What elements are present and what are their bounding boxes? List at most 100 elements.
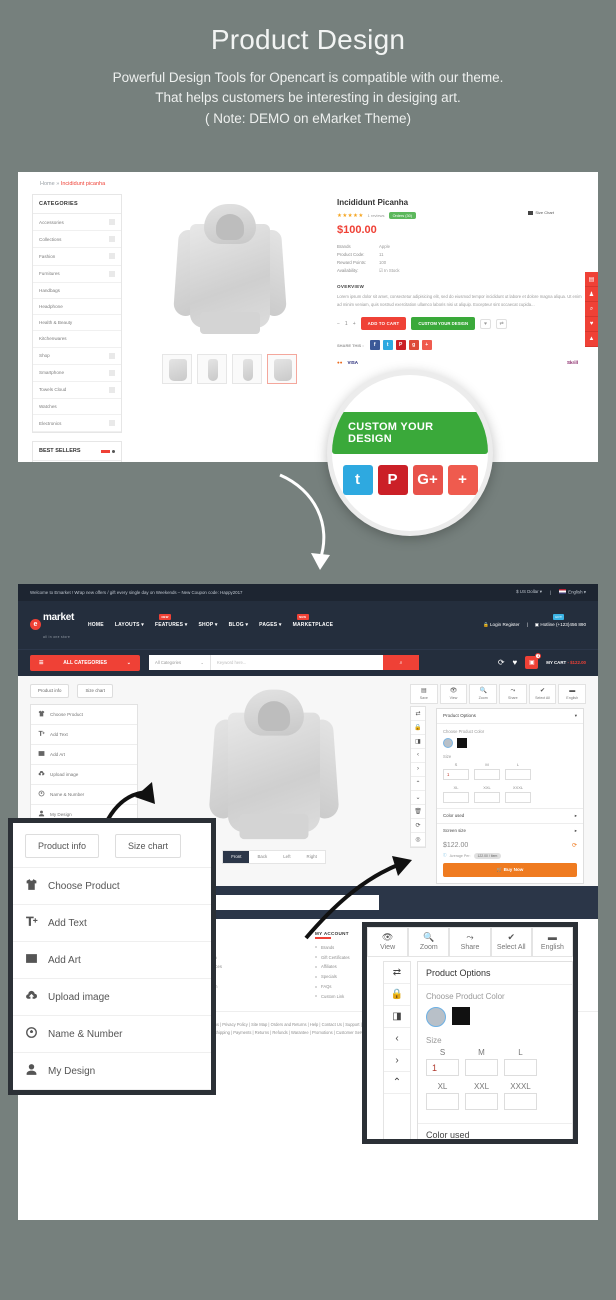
arrow-right-icon[interactable]: › <box>384 1050 410 1072</box>
lock-icon[interactable]: 🔒 <box>384 984 410 1006</box>
category-item[interactable]: Shop <box>33 348 121 365</box>
arrow-up-icon[interactable]: ⌃ <box>411 777 425 791</box>
category-item[interactable]: Accessories <box>33 214 121 232</box>
arrow-down-icon[interactable]: ⌄ <box>411 791 425 805</box>
arrow-left-icon[interactable]: ‹ <box>411 749 425 763</box>
color-swatch-grey[interactable] <box>426 1007 446 1027</box>
category-item[interactable]: Towels Cloud <box>33 382 121 400</box>
tool-share[interactable]: ⤳ Share <box>499 683 527 704</box>
size-input[interactable] <box>426 1093 459 1110</box>
color-swatch-grey[interactable] <box>443 737 453 748</box>
expand-icon[interactable] <box>109 369 115 376</box>
floating-action-rail[interactable]: ▤ ♟ ⌕ ♥ ▲ <box>585 272 598 347</box>
pinterest-share-button[interactable]: P <box>377 464 408 495</box>
lock-icon[interactable]: 🔒 <box>411 721 425 735</box>
canvas-hoodie-image[interactable] <box>208 682 340 855</box>
compare-icon[interactable]: ⇄ <box>496 318 508 329</box>
category-item[interactable]: Electronics <box>33 415 121 433</box>
qty-minus[interactable]: − <box>337 321 340 327</box>
nav-item-marketplace[interactable]: MARKETPLACE NEW <box>293 613 334 628</box>
arrow-left-icon[interactable]: ‹ <box>384 1028 410 1050</box>
size-input[interactable] <box>474 768 500 780</box>
expand-icon[interactable] <box>109 386 115 393</box>
nav-item-features[interactable]: FEATURES ▾ NEW <box>155 613 187 628</box>
magnified-menu-item-add-art[interactable]: Add Art <box>13 942 211 979</box>
category-item[interactable]: Health & Beauty <box>33 315 121 332</box>
color-swatch-black[interactable] <box>452 1007 470 1025</box>
size-input[interactable] <box>443 791 469 803</box>
hotline-link[interactable]: ▣ Hotline (+123)456 890 HOT! <box>535 613 586 628</box>
size-input[interactable] <box>465 1093 498 1110</box>
bell-icon[interactable]: ♟ <box>585 287 598 302</box>
category-item[interactable]: Smartphone <box>33 365 121 382</box>
expand-icon[interactable] <box>109 253 115 260</box>
magnified-menu-item-name-number[interactable]: Name & Number <box>13 1016 211 1053</box>
color-used-row[interactable]: Color used ▸ <box>437 807 583 823</box>
google-plus-share-button[interactable]: g <box>408 340 419 351</box>
twitter-share-button[interactable]: t <box>382 340 393 351</box>
quantity-stepper[interactable]: − 1 + <box>337 321 356 327</box>
nav-item-pages[interactable]: PAGES ▾ <box>259 622 281 628</box>
menu-item-add-art[interactable]: Add Art <box>31 745 137 765</box>
share-more-share-button[interactable]: + <box>421 340 432 351</box>
carousel-dots[interactable] <box>101 449 115 453</box>
expand-icon[interactable] <box>109 270 115 277</box>
tool-select-all[interactable]: ✔ Select All <box>528 683 557 704</box>
tool-zoom[interactable]: 🔍 Zoom <box>469 683 498 704</box>
magnified-menu-item-add-text[interactable]: Add Text <box>13 905 211 942</box>
pinterest-share-button[interactable]: P <box>395 340 406 351</box>
size-input[interactable] <box>505 791 531 803</box>
screen-size-row[interactable]: Screen size ▸ <box>437 822 583 838</box>
google-plus-share-button[interactable]: G+ <box>412 464 443 495</box>
menu-item-add-text[interactable]: Add Text <box>31 725 137 745</box>
menu-item-choose-product[interactable]: Choose Product <box>31 705 137 725</box>
size-input[interactable] <box>504 1093 537 1110</box>
all-categories-button[interactable]: ☰ ALL CATEGORIES ⌄ <box>30 654 140 671</box>
magnified-tab-size-chart[interactable]: Size chart <box>115 834 182 858</box>
magnified-tool-view[interactable]: 👁 View <box>367 927 409 957</box>
size-input[interactable] <box>505 768 531 780</box>
flip-icon[interactable]: ◨ <box>411 735 425 749</box>
category-item[interactable]: Watches <box>33 399 121 416</box>
size-chart-link[interactable]: Size Chart <box>528 210 554 215</box>
facebook-share-button[interactable]: f <box>369 340 380 351</box>
product-image-hoodie[interactable] <box>172 198 287 348</box>
size-input[interactable] <box>504 1059 537 1076</box>
tool-save[interactable]: ▤ Save <box>410 683 438 704</box>
magnified-menu-item-my-design[interactable]: My Design <box>13 1053 211 1090</box>
share-more-share-button[interactable]: + <box>447 464 478 495</box>
category-item[interactable]: Furnitures <box>33 266 121 283</box>
category-item[interactable]: Kitchenwares <box>33 331 121 348</box>
thumbnail-4-selected[interactable] <box>267 354 297 384</box>
search-input[interactable]: Keyword here... <box>211 655 383 670</box>
reviews-count[interactable]: 1 reviews <box>368 213 385 218</box>
compare-icon[interactable]: ⟳ <box>498 658 505 667</box>
cart-icon[interactable]: ▣ 1 <box>525 653 542 669</box>
expand-icon[interactable] <box>109 236 115 243</box>
category-item[interactable]: Fashion <box>33 248 121 266</box>
size-input[interactable] <box>474 791 500 803</box>
thumbnail-1[interactable] <box>162 354 192 384</box>
arrow-up-icon[interactable]: ⌃ <box>384 1072 410 1094</box>
refresh-icon[interactable]: ⟳ <box>572 842 577 849</box>
align-icon[interactable]: ⇄ <box>384 962 410 984</box>
cart-label[interactable]: MY CART - $122.00 <box>546 660 586 665</box>
magnified-side-tools[interactable]: ⇄ 🔒 ◨ ‹ › ⌃ <box>383 961 411 1139</box>
currency-selector[interactable]: $ US Dollar ▾ <box>516 589 542 595</box>
category-item[interactable]: Headphone <box>33 299 121 316</box>
login-register-link[interactable]: 🔒 Login Register <box>483 622 520 628</box>
magnified-custom-design-button[interactable]: CUSTOM YOUR DESIGN <box>332 411 488 454</box>
tool-view[interactable]: 👁 View <box>439 683 468 704</box>
logo[interactable]: e market all in one store <box>30 607 74 643</box>
magnified-tool-select-all[interactable]: ✔ Select All <box>490 927 532 957</box>
cart-icon[interactable]: ▤ <box>585 272 598 287</box>
magnified-tab-product-info[interactable]: Product info <box>25 834 100 858</box>
magnified-menu-item-choose-product[interactable]: Choose Product <box>13 868 211 905</box>
custom-design-button[interactable]: CUSTOM YOUR DESIGN <box>411 317 476 331</box>
tab-product-info[interactable]: Product info <box>30 683 70 698</box>
nav-item-blog[interactable]: BLOG ▾ <box>229 622 249 628</box>
expand-icon[interactable] <box>109 352 115 359</box>
magnified-menu-item-upload-image[interactable]: Upload image <box>13 979 211 1016</box>
thumbnail-3[interactable] <box>232 354 262 384</box>
search-submit-button[interactable]: ⌕ <box>383 655 419 670</box>
